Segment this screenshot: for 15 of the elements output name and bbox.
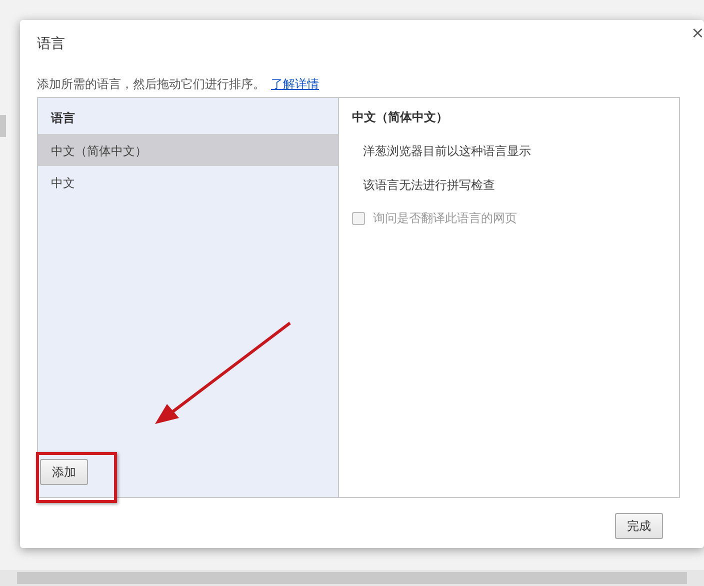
scrollbar-thumb[interactable] [17,572,687,584]
horizontal-scrollbar[interactable] [0,570,704,586]
list-heading: 语言 [50,110,76,127]
add-button[interactable]: 添加 [40,459,88,485]
done-button[interactable]: 完成 [615,513,663,539]
checkbox-label: 询问是否翻译此语言的网页 [373,210,517,227]
description-text: 添加所需的语言，然后拖动它们进行排序。 [37,77,265,91]
close-button[interactable]: × [691,25,704,41]
language-item[interactable]: 中文 [38,166,338,198]
detail-text: 该语言无法进行拼写检查 [362,177,496,194]
language-item[interactable]: 中文（简体中文） [38,134,338,166]
learn-more-link[interactable]: 了解详情 [271,77,319,91]
dialog-title: 语言 [37,35,66,54]
detail-title: 中文（简体中文） [352,109,449,126]
detail-text: 洋葱浏览器目前以这种语言显示 [362,143,532,160]
